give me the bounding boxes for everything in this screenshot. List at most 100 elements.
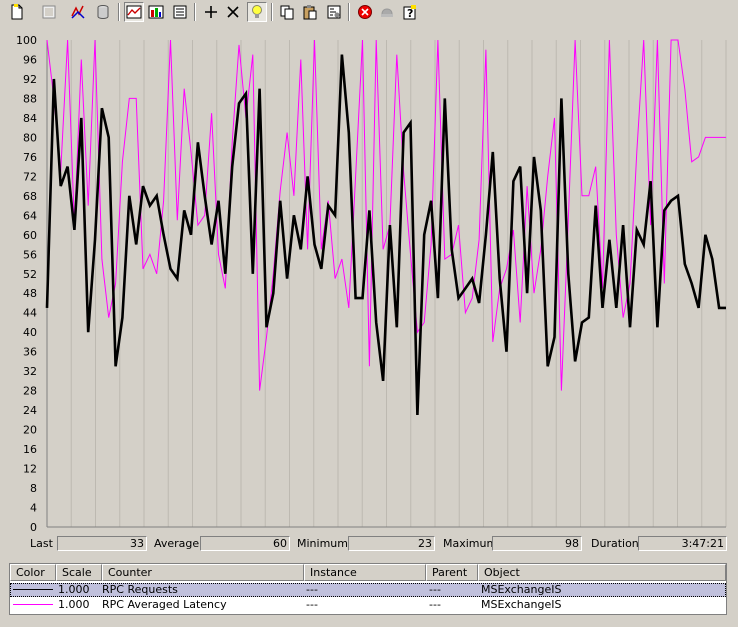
average-value: 60 bbox=[273, 537, 287, 550]
parent-cell: --- bbox=[429, 598, 441, 611]
y-tick-label: 88 bbox=[23, 92, 37, 105]
delete-counter-button[interactable] bbox=[223, 2, 243, 22]
y-tick-label: 76 bbox=[23, 151, 37, 164]
toolbar-separator bbox=[194, 3, 196, 21]
highlight-icon bbox=[252, 5, 262, 18]
counter-legend: Color Scale Counter Instance Parent Obje… bbox=[9, 563, 727, 615]
freeze-display-button[interactable] bbox=[355, 2, 375, 22]
y-tick-label: 96 bbox=[23, 53, 37, 66]
update-data-icon bbox=[381, 8, 393, 17]
view-report-icon bbox=[173, 5, 187, 19]
object-cell: MSExchangeIS bbox=[481, 598, 562, 611]
freeze-display-icon bbox=[358, 5, 372, 19]
view-graph-icon bbox=[126, 5, 142, 19]
legend-row-rpc-averaged-latency[interactable]: 1.000 RPC Averaged Latency --- --- MSExc… bbox=[10, 598, 726, 612]
duration-value: 3:47:21 bbox=[681, 537, 724, 550]
minimum-label: Minimum bbox=[297, 537, 348, 550]
clear-display-button[interactable] bbox=[39, 2, 59, 22]
y-tick-label: 60 bbox=[23, 229, 37, 242]
paste-counter-list-button[interactable] bbox=[300, 2, 320, 22]
value-bar: Last 33 Average 60 Minimum 23 Maximum 98… bbox=[0, 536, 738, 552]
minimum-value: 23 bbox=[418, 537, 432, 550]
view-log-data-button[interactable] bbox=[93, 2, 113, 22]
series-color-swatch bbox=[13, 604, 53, 605]
color-column-header[interactable]: Color bbox=[10, 564, 56, 581]
scale-cell: 1.000 bbox=[58, 583, 90, 596]
y-tick-label: 4 bbox=[30, 502, 37, 515]
view-current-activity-button[interactable] bbox=[68, 2, 88, 22]
view-histogram-icon bbox=[148, 5, 164, 19]
instance-cell: --- bbox=[306, 583, 318, 596]
view-histogram-button[interactable] bbox=[146, 2, 166, 22]
y-tick-label: 28 bbox=[23, 385, 37, 398]
instance-column-header[interactable]: Instance bbox=[304, 564, 426, 581]
y-tick-label: 56 bbox=[23, 248, 37, 261]
new-counter-set-button[interactable] bbox=[7, 2, 27, 22]
copy-properties-icon bbox=[280, 5, 294, 20]
y-tick-label: 68 bbox=[23, 190, 37, 203]
new-counter-set-icon bbox=[11, 4, 23, 20]
scale-cell: 1.000 bbox=[58, 598, 90, 611]
average-label: Average bbox=[154, 537, 200, 550]
help-button[interactable]: ? bbox=[400, 2, 420, 22]
update-data-button[interactable] bbox=[377, 2, 397, 22]
legend-header: Color Scale Counter Instance Parent Obje… bbox=[10, 564, 726, 581]
maximum-value-box: 98 bbox=[492, 536, 582, 551]
y-tick-label: 32 bbox=[23, 365, 37, 378]
help-icon: ? bbox=[403, 5, 416, 20]
y-tick-label: 84 bbox=[23, 112, 37, 125]
y-tick-label: 24 bbox=[23, 404, 37, 417]
toolbar-separator bbox=[271, 3, 273, 21]
y-tick-label: 100 bbox=[16, 34, 37, 47]
scale-column-header[interactable]: Scale bbox=[56, 564, 102, 581]
y-tick-label: 36 bbox=[23, 346, 37, 359]
view-current-activity-icon bbox=[71, 5, 85, 19]
paste-counter-list-icon bbox=[303, 5, 317, 20]
counter-cell: RPC Averaged Latency bbox=[102, 598, 227, 611]
y-tick-label: 8 bbox=[30, 482, 37, 495]
object-column-header[interactable]: Object bbox=[478, 564, 726, 581]
y-tick-label: 12 bbox=[23, 463, 37, 476]
counter-column-header[interactable]: Counter bbox=[102, 564, 304, 581]
instance-cell: --- bbox=[306, 598, 318, 611]
last-label: Last bbox=[30, 537, 53, 550]
clear-display-icon bbox=[42, 5, 56, 19]
properties-icon bbox=[327, 5, 341, 19]
y-tick-label: 16 bbox=[23, 443, 37, 456]
parent-column-header[interactable]: Parent bbox=[426, 564, 478, 581]
delete-counter-icon bbox=[227, 6, 239, 18]
y-tick-label: 20 bbox=[23, 424, 37, 437]
view-report-button[interactable] bbox=[170, 2, 190, 22]
parent-cell: --- bbox=[429, 583, 441, 596]
last-value-box: 33 bbox=[57, 536, 147, 551]
highlight-button[interactable] bbox=[247, 2, 267, 22]
maximum-value: 98 bbox=[565, 537, 579, 550]
add-counter-button[interactable] bbox=[201, 2, 221, 22]
line-chart: 1009692888480767268646056524844403632282… bbox=[16, 34, 727, 534]
toolbar-separator bbox=[348, 3, 350, 21]
y-tick-label: 72 bbox=[23, 170, 37, 183]
y-tick-label: 92 bbox=[23, 73, 37, 86]
counter-cell: RPC Requests bbox=[102, 583, 178, 596]
graph-pane: 100 96 92 88 84 80 76 72 68 64 60 56 52 48 44 40 36 32 28 2… bbox=[0, 30, 738, 537]
duration-value-box: 3:47:21 bbox=[638, 536, 727, 551]
last-value: 33 bbox=[130, 537, 144, 550]
y-tick-label: 44 bbox=[23, 307, 37, 320]
object-cell: MSExchangeIS bbox=[481, 583, 562, 596]
y-tick-label: 48 bbox=[23, 287, 37, 300]
add-counter-icon bbox=[205, 6, 217, 18]
toolbar-separator bbox=[118, 3, 120, 21]
y-tick-label: 0 bbox=[30, 521, 37, 534]
legend-row-rpc-requests[interactable]: 1.000 RPC Requests --- --- MSExchangeIS bbox=[10, 583, 726, 597]
copy-properties-button[interactable] bbox=[277, 2, 297, 22]
properties-button[interactable] bbox=[324, 2, 344, 22]
y-tick-label: 80 bbox=[23, 131, 37, 144]
maximum-label: Maximum bbox=[443, 537, 498, 550]
view-log-data-icon bbox=[97, 5, 109, 20]
view-graph-button[interactable] bbox=[124, 2, 144, 22]
minimum-value-box: 23 bbox=[348, 536, 435, 551]
series-color-swatch bbox=[13, 589, 53, 590]
y-tick-label: 64 bbox=[23, 209, 37, 222]
average-value-box: 60 bbox=[200, 536, 290, 551]
y-tick-label: 40 bbox=[23, 326, 37, 339]
